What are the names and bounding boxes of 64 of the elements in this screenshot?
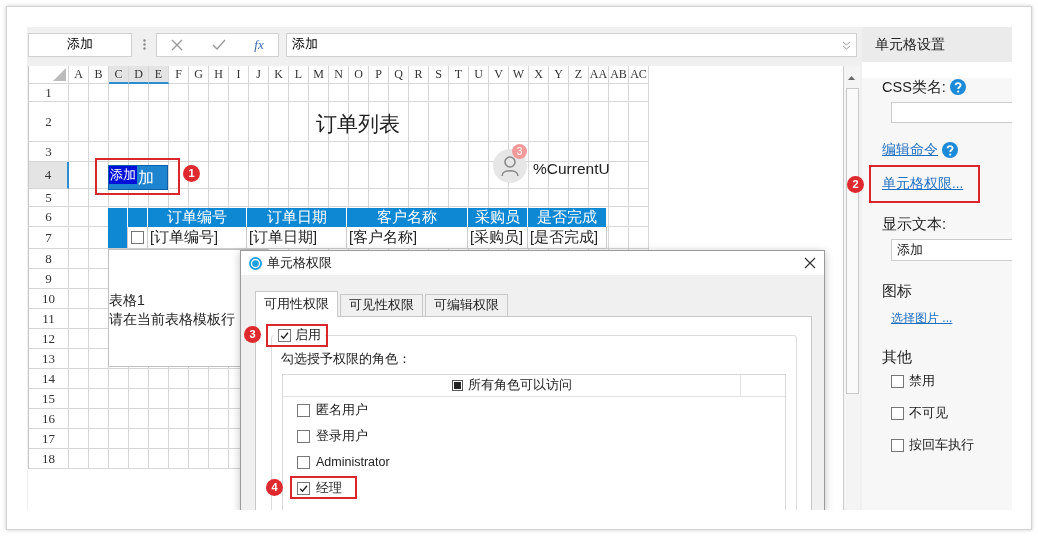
check-icon[interactable]: [211, 39, 226, 50]
link[interactable]: 编辑命令: [882, 140, 938, 159]
help-icon[interactable]: [942, 141, 958, 158]
checkbox[interactable]: [297, 403, 310, 417]
app-icon: [249, 256, 262, 270]
role-label: 匿名用户: [316, 401, 368, 419]
checkbox-label: 禁用: [909, 372, 935, 390]
placeholder-hint: 请在当前表格模板行: [109, 310, 236, 329]
checkbox-label: 启用: [295, 326, 321, 344]
column-title: 所有角色可以访问: [467, 377, 572, 394]
field-label: CSS类名:: [882, 78, 946, 96]
tab[interactable]: 可编辑权限: [425, 294, 508, 316]
highlight-frame: [290, 476, 357, 499]
help-icon[interactable]: [949, 79, 966, 95]
checkbox-label: 按回车执行: [909, 436, 974, 454]
expand-icon[interactable]: [842, 40, 851, 50]
user-name: %CurrentU: [533, 160, 610, 178]
tab[interactable]: 可用性权限: [255, 291, 338, 317]
panel-title: 单元格设置: [862, 27, 1012, 62]
link[interactable]: 单元格权限...: [882, 175, 964, 193]
role-label: 登录用户: [316, 427, 368, 445]
grip-icon[interactable]: [143, 39, 146, 50]
section-label: 其他: [882, 348, 912, 366]
column-header[interactable]: E: [149, 66, 169, 84]
table-cell: [采购员]: [468, 227, 528, 249]
function-button[interactable]: fx: [254, 36, 264, 53]
table-name: 表格1: [109, 291, 146, 310]
input-field[interactable]: 添加: [891, 239, 1012, 261]
step-badge: 3: [244, 326, 261, 343]
column-header[interactable]: D: [129, 66, 149, 84]
role-label: 经理: [316, 479, 342, 497]
dialog-title: 单元格权限: [267, 254, 332, 272]
link[interactable]: 选择图片 ...: [891, 309, 953, 327]
checkbox[interactable]: [891, 374, 904, 388]
name-box[interactable]: 添加: [28, 32, 132, 57]
roles-label: 勾选授予权限的角色：: [281, 351, 412, 368]
checkbox[interactable]: [451, 380, 463, 391]
row-header[interactable]: 4: [29, 162, 69, 189]
field-label: 显示文本:: [882, 215, 947, 233]
highlight-frame: [266, 324, 328, 347]
close-icon[interactable]: [804, 257, 816, 269]
cancel-icon[interactable]: [171, 38, 184, 51]
input-field[interactable]: [891, 102, 1012, 123]
column-header[interactable]: C: [109, 66, 129, 84]
checkbox[interactable]: [297, 481, 310, 495]
scrollbar[interactable]: [843, 66, 860, 510]
step-badge: 4: [266, 479, 283, 496]
checkbox-label: 不可见: [909, 404, 948, 422]
role-label: Administrator: [316, 455, 390, 469]
tab[interactable]: 可见性权限: [340, 294, 423, 316]
formula-text: 添加: [292, 36, 318, 53]
table-cell: [客户名称]: [347, 227, 468, 249]
checkbox[interactable]: [891, 438, 904, 452]
checkbox[interactable]: [891, 406, 904, 420]
scroll-thumb[interactable]: [846, 88, 859, 394]
table-cell: [是否完成]: [528, 227, 607, 249]
checkbox[interactable]: [278, 328, 291, 342]
cell-editor[interactable]: 添加: [109, 166, 137, 184]
sheet-title: 订单列表: [316, 111, 400, 137]
checkbox[interactable]: [297, 429, 310, 443]
formula-field[interactable]: 添加: [286, 32, 857, 57]
section-label: 图标: [882, 282, 912, 300]
checkbox[interactable]: [297, 455, 310, 469]
checkbox[interactable]: [131, 231, 144, 244]
